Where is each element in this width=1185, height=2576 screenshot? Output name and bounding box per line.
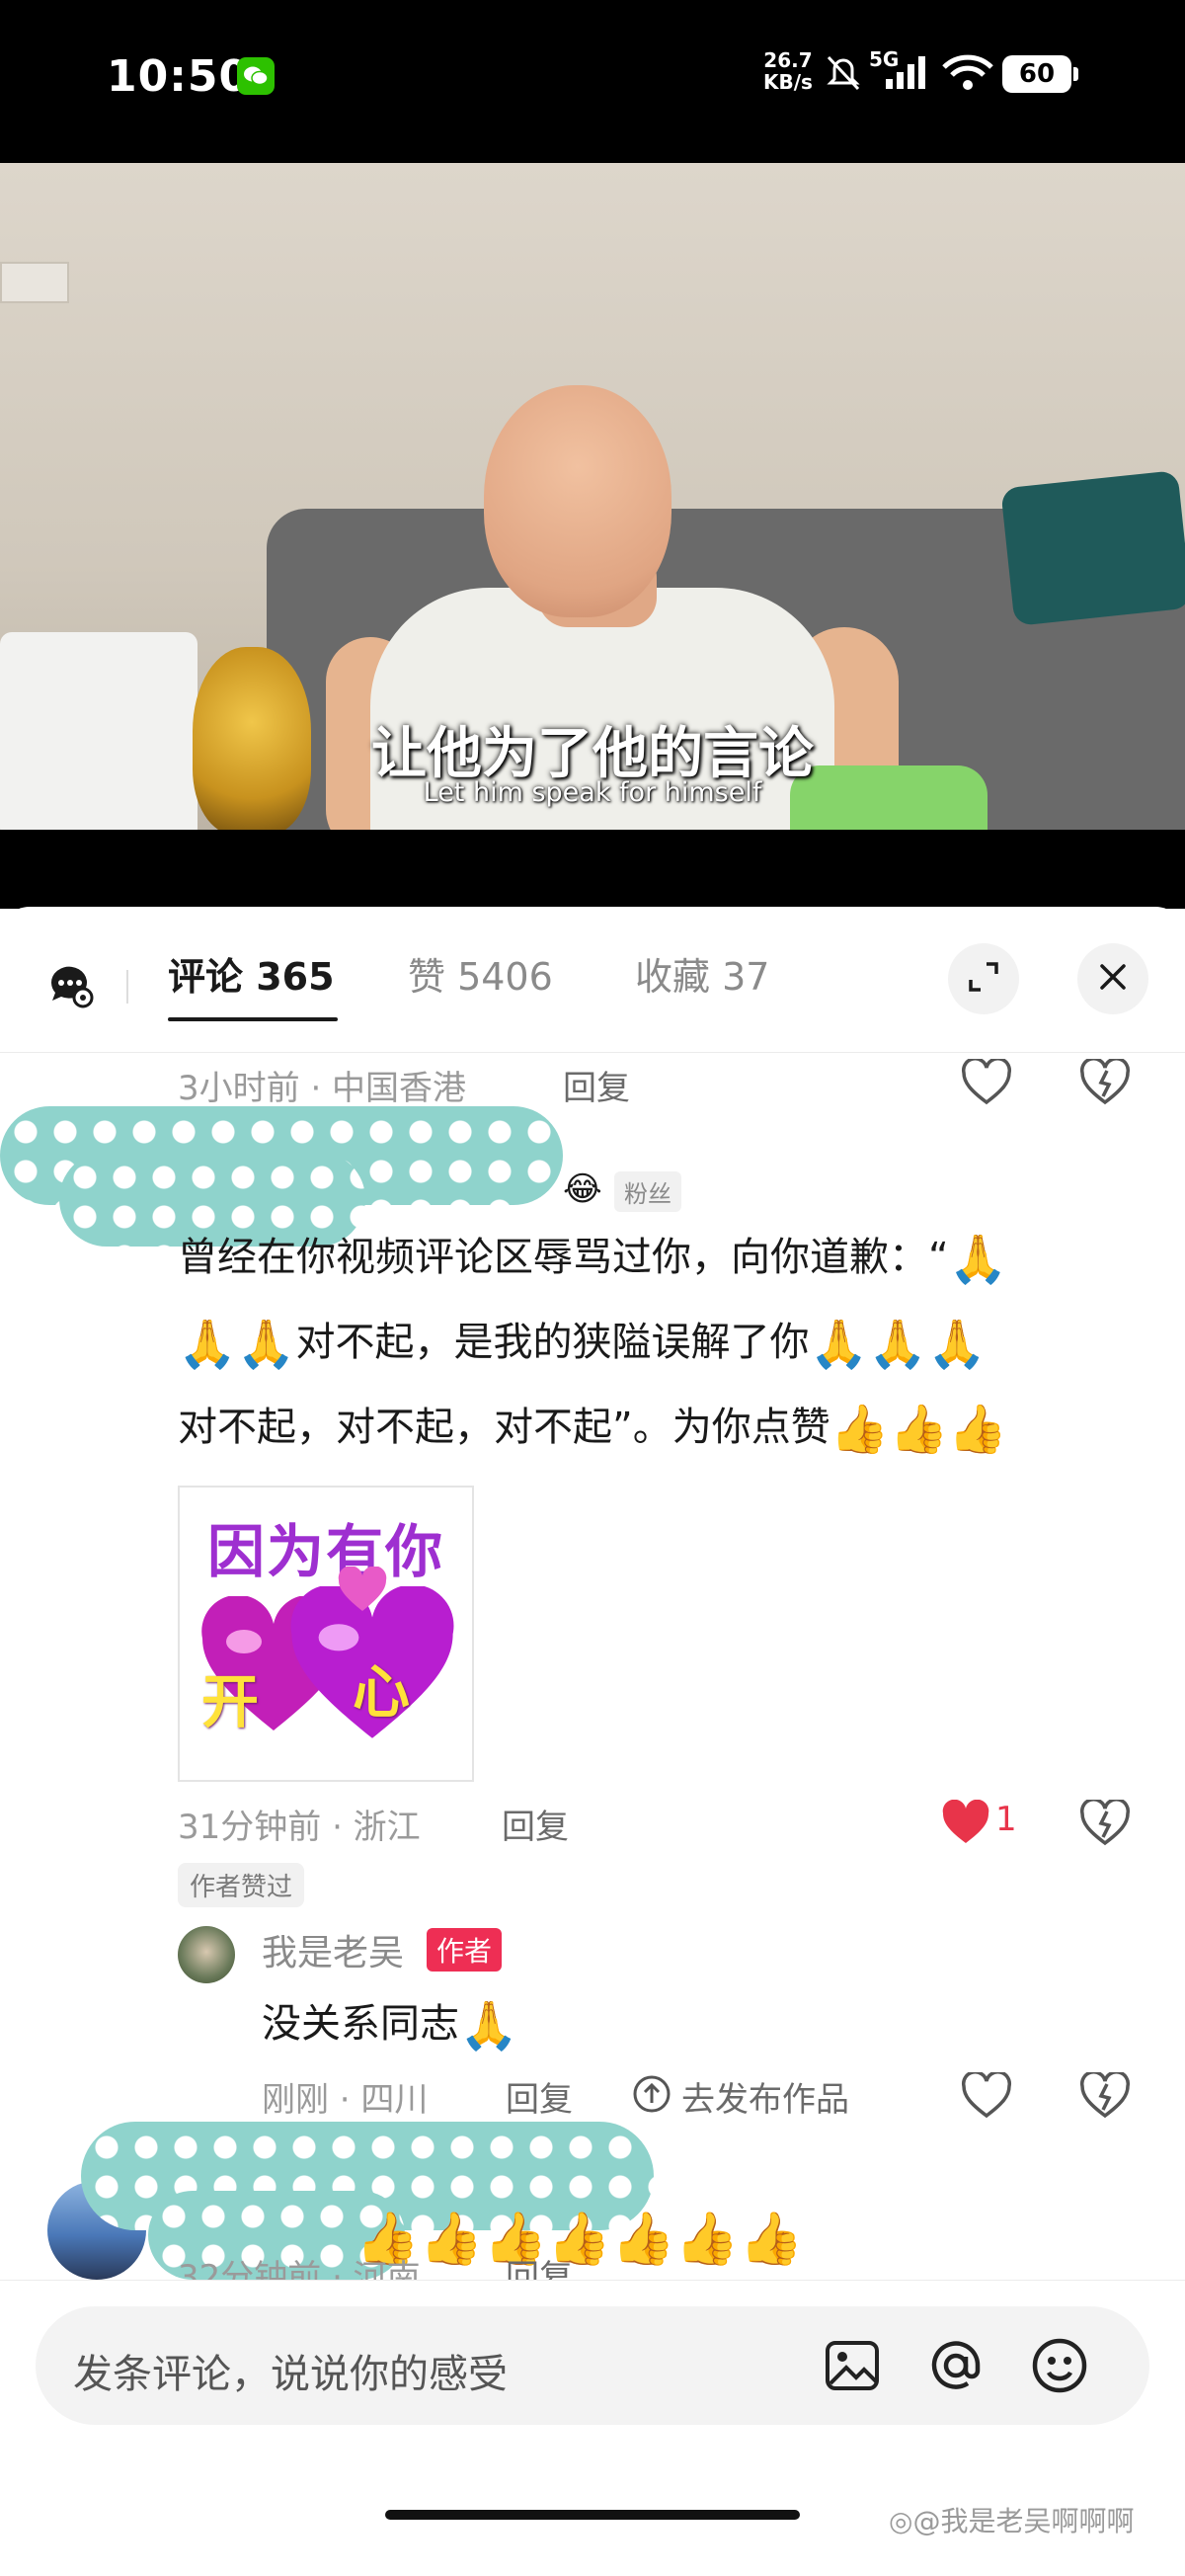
watermark: ◎@我是老吴啊啊啊: [889, 2500, 1134, 2539]
sticker-text: 心: [353, 1658, 411, 1726]
reply-button[interactable]: 回复: [506, 2072, 573, 2121]
wechat-icon: [237, 57, 275, 95]
comment-panel: 评论 365 赞 5406 收藏 37 3小时前 · 中国香港 回复 😂 粉丝: [0, 907, 1185, 2576]
network-speed-value: 26.7: [763, 48, 813, 72]
tab-comments[interactable]: 评论 365: [168, 946, 335, 1001]
dislike-heart-icon[interactable]: [1079, 1057, 1131, 1110]
thumbs-up-emoji-row: 👍👍👍👍👍👍👍: [356, 2209, 803, 2269]
video-letterbox: [0, 830, 1185, 909]
status-time: 10:50: [107, 51, 251, 102]
comment-line-1: 曾经在你视频评论区辱骂过你，向你道歉：“: [178, 1235, 949, 1280]
dislike-heart-icon[interactable]: [1079, 1798, 1131, 1851]
pray-emoji-icon: 🙏: [948, 1232, 1008, 1287]
comment-input-placeholder: 发条评论，说说你的感受: [73, 2352, 508, 2397]
home-indicator[interactable]: [385, 2510, 800, 2520]
video-person-head: [484, 385, 672, 617]
at-icon[interactable]: [924, 2334, 988, 2397]
like-count: 1: [995, 1800, 1017, 1839]
weibo-icon: ◎: [889, 2505, 913, 2537]
thumbs-up-emoji-icon: 👍: [419, 2210, 484, 2269]
tab-likes[interactable]: 赞 5406: [408, 946, 553, 1001]
reply-text: 没关系同志🙏: [262, 1991, 518, 2050]
pray-emoji-icon: 🙏: [178, 1317, 237, 1372]
fan-badge: 粉丝: [614, 1171, 681, 1212]
video-bg-switch: [0, 262, 69, 303]
thumbs-up-emoji-icon: 👍: [948, 1402, 1008, 1457]
comment-input-bar: 发条评论，说说你的感受 ◎@我是老吴啊啊啊: [0, 2280, 1185, 2576]
reply-button[interactable]: 回复: [563, 1061, 630, 1109]
comment-meta: 3小时前 · 中国香港: [178, 1069, 467, 1108]
pray-emoji-icon: 🙏: [809, 1317, 869, 1372]
thumbs-up-emoji-icon: 👍: [674, 2210, 740, 2269]
dislike-heart-icon[interactable]: [1079, 2070, 1131, 2124]
network-speed-unit: KB/s: [763, 70, 813, 94]
pray-emoji-icon: 🙏: [927, 1317, 987, 1372]
pray-emoji-icon: 🙏: [459, 1998, 518, 2053]
subtitle-english: Let him speak for himself: [423, 777, 762, 808]
pray-emoji-icon: 🙏: [236, 1317, 296, 1372]
thumbs-up-emoji-icon: 👍: [889, 1402, 949, 1457]
comment-sticker-image[interactable]: 因为有你 开 心: [178, 1486, 474, 1782]
heart-icon[interactable]: [961, 1057, 1012, 1110]
author-name[interactable]: 我是老吴: [262, 1924, 404, 1975]
publish-work-link[interactable]: 去发布作品: [681, 2072, 849, 2121]
thumbs-up-emoji-icon: 👍: [739, 2210, 804, 2269]
author-liked-tag: 作者赞过: [178, 1863, 305, 1907]
comment-meta: 31分钟前 · 浙江: [178, 1808, 421, 1847]
close-button[interactable]: [1077, 943, 1148, 1014]
wifi-icon: [940, 53, 995, 97]
thumbs-up-emoji-icon: 👍: [830, 1402, 890, 1457]
comment-meta: 刚刚 · 四川: [262, 2080, 429, 2120]
laughing-emoji-icon: 😂: [563, 1169, 602, 1209]
close-icon: [1098, 962, 1128, 996]
heart-icon[interactable]: [961, 2070, 1012, 2124]
tab-favorites[interactable]: 收藏 37: [635, 946, 769, 1001]
active-tab-indicator: [168, 1017, 338, 1021]
image-icon[interactable]: [821, 2334, 884, 2397]
reply-text-content: 没关系同志: [262, 2001, 459, 2047]
comment-settings-icon[interactable]: [45, 961, 95, 1010]
comment-line: 对不起，对不起，对不起”。为你点赞👍👍👍: [178, 1385, 1175, 1470]
battery-level: 60: [1002, 55, 1078, 93]
tab-divider: [126, 970, 128, 1004]
comment-input[interactable]: 发条评论，说说你的感受: [36, 2306, 1149, 2425]
heart-filled-icon[interactable]: [940, 1799, 991, 1851]
comment-tabs-bar: 评论 365 赞 5406 收藏 37: [0, 907, 1185, 1053]
upload-icon[interactable]: [632, 2074, 672, 2118]
signal-icon: [884, 55, 927, 95]
video-player[interactable]: 让他为了他的言论 Let him speak for himself: [0, 163, 1185, 830]
author-badge: 作者: [427, 1928, 503, 1972]
comment-line: 🙏🙏对不起，是我的狭隘误解了你🙏🙏🙏: [178, 1300, 1175, 1385]
sticker-title: 因为有你: [206, 1518, 444, 1585]
comment-line: 曾经在你视频评论区辱骂过你，向你道歉：“🙏: [178, 1215, 1175, 1300]
video-bg-cushion: [1000, 469, 1185, 627]
reply-button[interactable]: 回复: [502, 1800, 569, 1848]
comment-line-2: 对不起，是我的狭隘误解了你: [295, 1320, 810, 1365]
thumbs-up-emoji-icon: 👍: [611, 2210, 675, 2269]
pray-emoji-icon: 🙏: [868, 1317, 928, 1372]
avatar[interactable]: [178, 1926, 235, 1983]
watermark-text: @我是老吴啊啊啊: [912, 2505, 1135, 2537]
small-heart-icon: [338, 1567, 387, 1611]
emoji-icon[interactable]: [1028, 2334, 1091, 2397]
mute-icon: [825, 53, 862, 97]
expand-icon: [967, 960, 1000, 998]
comment-line-3: 对不起，对不起，对不起”。为你点赞: [178, 1405, 830, 1450]
sticker-text: 开: [201, 1668, 260, 1735]
comment-text: 曾经在你视频评论区辱骂过你，向你道歉：“🙏 🙏🙏对不起，是我的狭隘误解了你🙏🙏🙏…: [178, 1215, 1175, 1470]
expand-button[interactable]: [948, 943, 1019, 1014]
network-speed: 26.7 KB/s: [763, 49, 813, 93]
status-bar: 10:50 26.7 KB/s 5G 60: [0, 0, 1185, 163]
